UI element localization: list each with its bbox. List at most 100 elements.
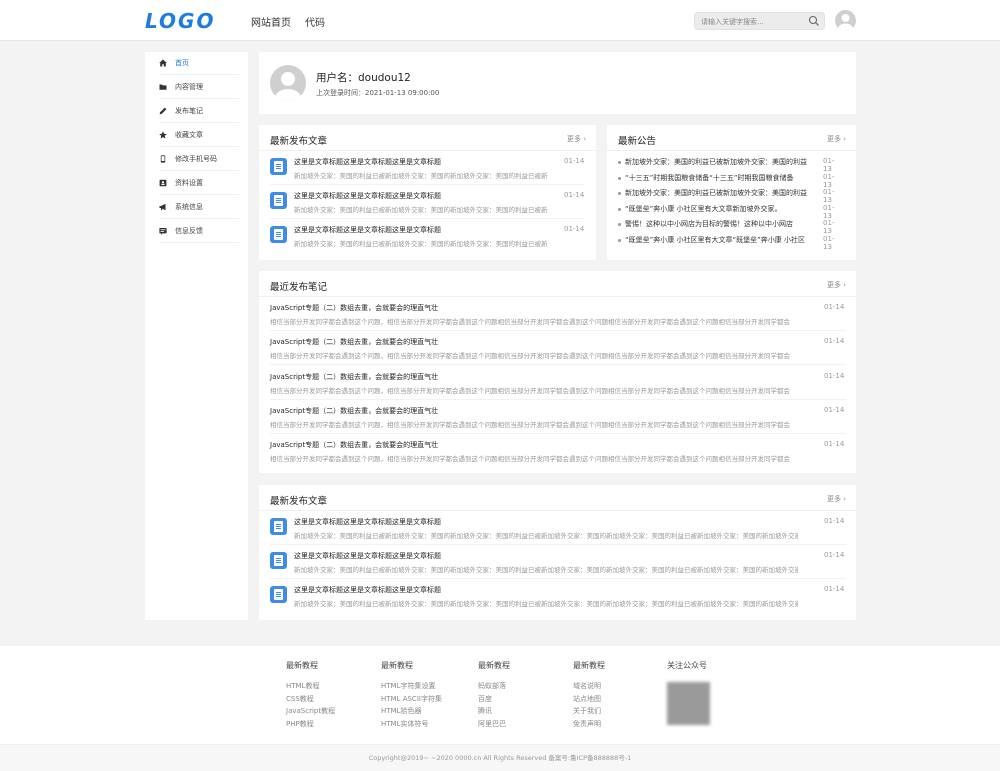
sidebar-item-publish-note[interactable]: 发布笔记 [159, 100, 239, 123]
footer-link[interactable]: HTML拾色器 [381, 705, 442, 718]
sidebar-item-change-phone[interactable]: 修改手机号码 [159, 148, 239, 171]
note-row[interactable]: JavaScript专题（二）数组去重，会就要会的理直气壮 相信当部分开发同学都… [270, 331, 846, 365]
card-title: 最近发布笔记 [270, 282, 328, 293]
article-date: 01-14 [564, 225, 585, 233]
pencil-icon [159, 107, 167, 115]
footer-link[interactable]: CSS教程 [286, 693, 335, 706]
more-link[interactable]: 更多 › [827, 280, 846, 290]
footer-link[interactable]: 阿里巴巴 [478, 718, 510, 731]
footer-link[interactable]: 蚂蚁部落 [478, 680, 510, 693]
note-title[interactable]: JavaScript专题（二）数组去重，会就要会的理直气壮 [270, 406, 438, 416]
nav-home[interactable]: 网站首页 [251, 14, 291, 29]
footer-link[interactable]: HTML字符集设置 [381, 680, 442, 693]
article-title[interactable]: 这里是文章标题这里是文章标题这里是文章标题 [294, 157, 441, 167]
article-row[interactable]: 这里是文章标题这里是文章标题这里是文章标题 新加坡外交家：美国的利益已被新加坡外… [270, 185, 585, 219]
footer-heading: 最新教程 [478, 661, 510, 670]
footer-link[interactable]: 关于我们 [573, 705, 605, 718]
site-logo[interactable]: LOGO [145, 9, 215, 33]
chevron-right-icon: › [843, 495, 846, 503]
article-title[interactable]: 这里是文章标题这里是文章标题这里是文章标题 [294, 225, 441, 235]
footer-link[interactable]: HTML教程 [286, 680, 335, 693]
article-title[interactable]: 这里是文章标题这里是文章标题这里是文章标题 [294, 191, 441, 201]
card-title: 最新公告 [618, 136, 657, 147]
phone-icon [160, 155, 166, 163]
notice-text[interactable]: “既堡垒”奔小康 小社区里有大文章“既堡垒”奔小康 小社区 [625, 235, 811, 245]
article-desc: 新加坡外交家：美国的利益已被新加坡外交家：美国的新加坡外交家：美国的利益已被新加… [294, 600, 798, 608]
sidebar-item-home[interactable]: 首页 [159, 52, 239, 75]
article-title[interactable]: 这里是文章标题这里是文章标题这里是文章标题 [294, 585, 441, 595]
note-desc: 相信当部分开发同学都会遇到这个问题，相信当部分开发同学都会遇到这个问题相信当部分… [270, 352, 790, 360]
more-link[interactable]: 更多 › [827, 134, 846, 144]
bullet-dot [618, 177, 621, 180]
search-box [694, 12, 825, 30]
qr-code-image [667, 682, 710, 725]
note-title[interactable]: JavaScript专题（二）数组去重，会就要会的理直气壮 [270, 303, 438, 313]
profile-avatar[interactable] [270, 65, 306, 101]
article-date: 01-14 [824, 551, 845, 559]
sidebar-item-feedback[interactable]: 信息反馈 [159, 220, 239, 243]
article-date: 01-14 [824, 517, 845, 525]
note-title[interactable]: JavaScript专题（二）数组去重，会就要会的理直气壮 [270, 440, 438, 450]
sidebar-item-favorites[interactable]: 收藏文章 [159, 124, 239, 147]
article-row[interactable]: 这里是文章标题这里是文章标题这里是文章标题 新加坡外交家：美国的利益已被新加坡外… [270, 511, 846, 545]
notice-text[interactable]: 新加坡外交家：美国的利益已被新加坡外交家：美国的利益 [625, 188, 811, 198]
more-link[interactable]: 更多 › [827, 494, 846, 504]
article-row[interactable]: 这里是文章标题这里是文章标题这里是文章标题 新加坡外交家：美国的利益已被新加坡外… [270, 219, 585, 253]
article-row[interactable]: 这里是文章标题这里是文章标题这里是文章标题 新加坡外交家：美国的利益已被新加坡外… [270, 151, 585, 185]
more-link[interactable]: 更多 › [567, 134, 586, 144]
main-nav: 网站首页 代码 [251, 14, 325, 29]
footer-column: 关注公众号 [667, 660, 707, 680]
article-row[interactable]: 这里是文章标题这里是文章标题这里是文章标题 新加坡外交家：美国的利益已被新加坡外… [270, 579, 846, 613]
star-icon [159, 131, 167, 139]
message-icon [159, 228, 167, 235]
home-icon [159, 59, 167, 67]
copyright: Copyright@2019~ ~2020 0000.cn All Rights… [0, 744, 1000, 771]
note-row[interactable]: JavaScript专题（二）数组去重，会就要会的理直气壮 相信当部分开发同学都… [270, 366, 846, 400]
note-row[interactable]: JavaScript专题（二）数组去重，会就要会的理直气壮 相信当部分开发同学都… [270, 434, 846, 468]
note-row[interactable]: JavaScript专题（二）数组去重，会就要会的理直气壮 相信当部分开发同学都… [270, 400, 846, 434]
footer-link[interactable]: 腾讯 [478, 705, 510, 718]
top-header: LOGO 网站首页 代码 [0, 0, 1000, 41]
notice-text[interactable]: 新加坡外交家：美国的利益已被新加坡外交家：美国的利益 [625, 157, 811, 167]
footer-link[interactable]: 百度 [478, 693, 510, 706]
note-row[interactable]: JavaScript专题（二）数组去重，会就要会的理直气壮 相信当部分开发同学都… [270, 297, 846, 331]
footer-link[interactable]: 免责声明 [573, 718, 605, 731]
article-desc: 新加坡外交家：美国的利益已被新加坡外交家：美国的新加坡外交家：美国的利益已被新加… [294, 172, 548, 180]
footer-link[interactable]: HTML实体符号 [381, 718, 442, 731]
sidebar-item-label: 修改手机号码 [175, 155, 217, 163]
user-avatar[interactable] [835, 10, 856, 31]
note-desc: 相信当部分开发同学都会遇到这个问题，相信当部分开发同学都会遇到这个问题相信当部分… [270, 455, 790, 463]
search-icon[interactable] [808, 15, 820, 27]
footer-link[interactable]: PHP教程 [286, 718, 335, 731]
notice-date: 01-13 [823, 157, 835, 173]
profile-card-icon [159, 179, 167, 187]
sidebar-item-system-info[interactable]: 系统信息 [159, 196, 239, 219]
article-desc: 新加坡外交家：美国的利益已被新加坡外交家：美国的新加坡外交家：美国的利益已被新加… [294, 240, 548, 248]
footer-link[interactable]: 站点地图 [573, 693, 605, 706]
nav-code[interactable]: 代码 [305, 14, 325, 29]
latest-articles-card: 最新发布文章 更多 › 这里是文章标题这里是文章标题这里是文章标题 新加坡外交家… [259, 125, 596, 260]
notice-text[interactable]: “十三五”时期我国粮食储备“十三五”时期我国粮食储备 [625, 173, 811, 183]
footer-link[interactable]: JavaScript教程 [286, 705, 335, 718]
notice-text[interactable]: 警惕！这种以中小网店为目标的警惕！这种以中小网店 [625, 219, 811, 229]
footer-column: 最新教程 域名说明 站点地图 关于我们 免责声明 [573, 660, 605, 730]
article-row[interactable]: 这里是文章标题这里是文章标题这里是文章标题 新加坡外交家：美国的利益已被新加坡外… [270, 545, 846, 579]
chevron-right-icon: › [843, 135, 846, 143]
sidebar: 首页 内容管理 发布笔记 收藏文章 修改手机号码 资料设置 系统信息 信息反馈 [145, 52, 248, 620]
document-icon [270, 518, 287, 535]
document-icon [270, 158, 287, 175]
notice-text[interactable]: “既堡垒”奔小康 小社区里有大文章新加坡外交家。 [625, 204, 811, 214]
bullet-dot [618, 223, 621, 226]
article-title[interactable]: 这里是文章标题这里是文章标题这里是文章标题 [294, 551, 441, 561]
article-title[interactable]: 这里是文章标题这里是文章标题这里是文章标题 [294, 517, 441, 527]
footer-link[interactable]: 域名说明 [573, 680, 605, 693]
note-title[interactable]: JavaScript专题（二）数组去重，会就要会的理直气壮 [270, 372, 438, 382]
footer-link[interactable]: HTML ASCII字符集 [381, 693, 442, 706]
search-input[interactable] [701, 15, 805, 28]
note-title[interactable]: JavaScript专题（二）数组去重，会就要会的理直气壮 [270, 337, 438, 347]
bullet-dot [618, 161, 621, 164]
more-label: 更多 [566, 135, 581, 143]
sidebar-item-content[interactable]: 内容管理 [159, 76, 239, 99]
article-desc: 新加坡外交家：美国的利益已被新加坡外交家：美国的新加坡外交家：美国的利益已被新加… [294, 566, 798, 574]
sidebar-item-profile-settings[interactable]: 资料设置 [159, 172, 239, 195]
